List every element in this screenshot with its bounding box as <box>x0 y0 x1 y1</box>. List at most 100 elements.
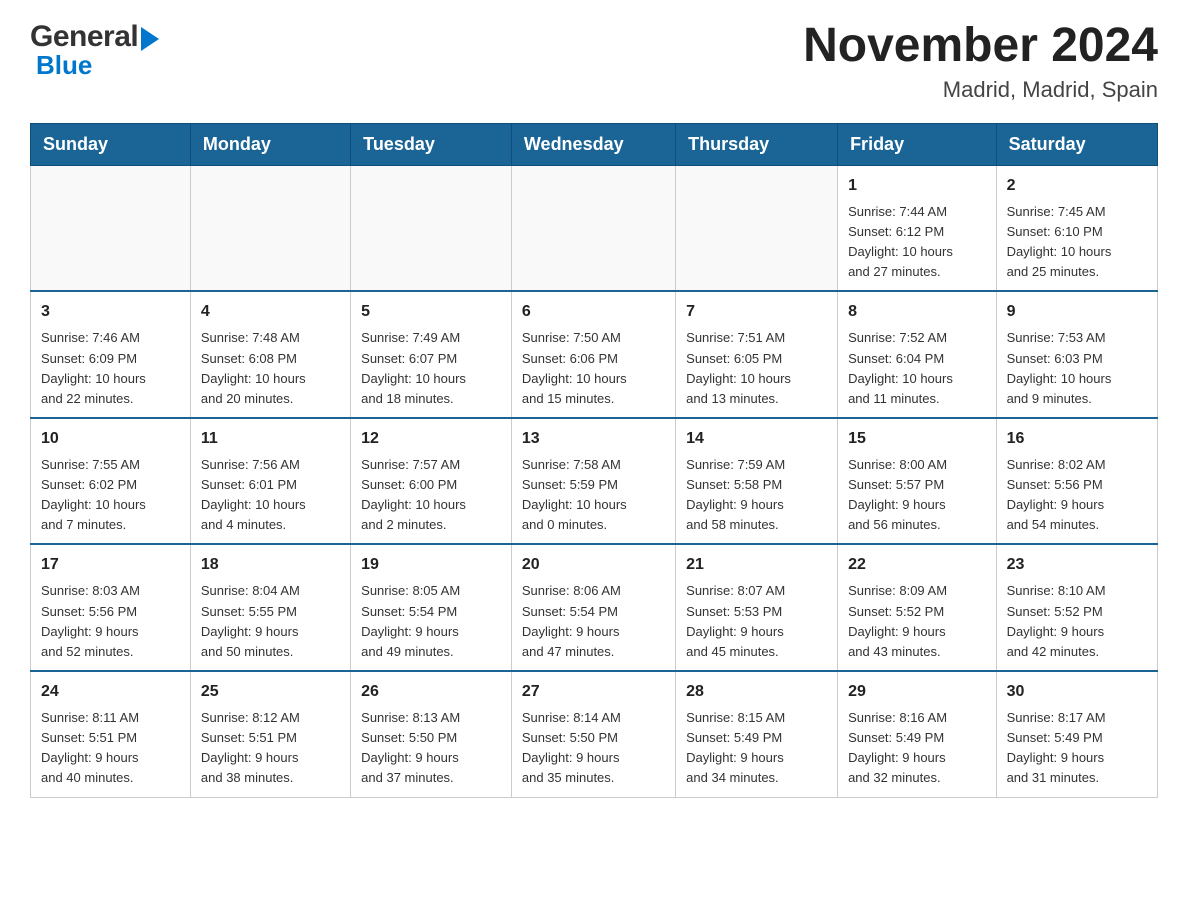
weekday-header-saturday: Saturday <box>996 123 1157 165</box>
calendar-cell: 30 Sunrise: 8:17 AMSunset: 5:49 PMDayligh… <box>996 671 1157 797</box>
day-info: Sunrise: 8:07 AMSunset: 5:53 PMDaylight:… <box>686 581 827 662</box>
calendar-cell: 20 Sunrise: 8:06 AMSunset: 5:54 PMDayligh… <box>511 544 675 671</box>
calendar-cell: 13Sunrise: 7:58 AMSunset: 5:59 PMDayligh… <box>511 418 675 545</box>
day-number: 13 <box>522 427 665 451</box>
day-info: Sunrise: 8:12 AMSunset: 5:51 PMDaylight:… <box>201 708 340 789</box>
weekday-header-tuesday: Tuesday <box>351 123 512 165</box>
day-info: Sunrise: 7:45 AMSunset: 6:10 PMDaylight:… <box>1007 202 1147 283</box>
day-number: 5 <box>361 300 501 324</box>
calendar-cell: 21 Sunrise: 8:07 AMSunset: 5:53 PMDayligh… <box>676 544 838 671</box>
week-row-4: 17 Sunrise: 8:03 AMSunset: 5:56 PMDayligh… <box>31 544 1158 671</box>
calendar-cell: 7 Sunrise: 7:51 AMSunset: 6:05 PMDaylight… <box>676 291 838 418</box>
day-number: 7 <box>686 300 827 324</box>
logo-blue-text: Blue <box>36 50 92 80</box>
day-info: Sunrise: 8:05 AMSunset: 5:54 PMDaylight:… <box>361 581 501 662</box>
calendar-cell: 23Sunrise: 8:10 AMSunset: 5:52 PMDayligh… <box>996 544 1157 671</box>
weekday-header-sunday: Sunday <box>31 123 191 165</box>
day-number: 25 <box>201 680 340 704</box>
day-info: Sunrise: 7:57 AMSunset: 6:00 PMDaylight:… <box>361 455 501 536</box>
day-number: 29 <box>848 680 986 704</box>
day-info: Sunrise: 7:56 AMSunset: 6:01 PMDaylight:… <box>201 455 340 536</box>
day-info: Sunrise: 8:15 AMSunset: 5:49 PMDaylight:… <box>686 708 827 789</box>
day-info: Sunrise: 7:53 AMSunset: 6:03 PMDaylight:… <box>1007 328 1147 409</box>
day-number: 1 <box>848 174 986 198</box>
week-row-1: 1 Sunrise: 7:44 AMSunset: 6:12 PMDaylight… <box>31 165 1158 291</box>
calendar-cell: 28 Sunrise: 8:15 AMSunset: 5:49 PMDayligh… <box>676 671 838 797</box>
calendar-cell: 12 Sunrise: 7:57 AMSunset: 6:00 PMDayligh… <box>351 418 512 545</box>
day-number: 9 <box>1007 300 1147 324</box>
calendar-cell: 24Sunrise: 8:11 AMSunset: 5:51 PMDayligh… <box>31 671 191 797</box>
day-info: Sunrise: 8:14 AMSunset: 5:50 PMDaylight:… <box>522 708 665 789</box>
day-info: Sunrise: 7:55 AMSunset: 6:02 PMDaylight:… <box>41 455 180 536</box>
day-number: 8 <box>848 300 986 324</box>
day-number: 3 <box>41 300 180 324</box>
week-row-2: 3 Sunrise: 7:46 AMSunset: 6:09 PMDaylight… <box>31 291 1158 418</box>
logo-arrow-icon <box>141 27 159 51</box>
day-number: 20 <box>522 553 665 577</box>
calendar-cell: 29 Sunrise: 8:16 AMSunset: 5:49 PMDayligh… <box>838 671 997 797</box>
calendar-cell <box>31 165 191 291</box>
day-number: 2 <box>1007 174 1147 198</box>
day-number: 12 <box>361 427 501 451</box>
day-number: 17 <box>41 553 180 577</box>
day-number: 18 <box>201 553 340 577</box>
weekday-header-friday: Friday <box>838 123 997 165</box>
day-info: Sunrise: 7:59 AMSunset: 5:58 PMDaylight:… <box>686 455 827 536</box>
day-info: Sunrise: 7:49 AMSunset: 6:07 PMDaylight:… <box>361 328 501 409</box>
day-info: Sunrise: 8:03 AMSunset: 5:56 PMDaylight:… <box>41 581 180 662</box>
day-info: Sunrise: 8:00 AMSunset: 5:57 PMDaylight:… <box>848 455 986 536</box>
day-info: Sunrise: 7:50 AMSunset: 6:06 PMDaylight:… <box>522 328 665 409</box>
day-info: Sunrise: 8:17 AMSunset: 5:49 PMDaylight:… <box>1007 708 1147 789</box>
calendar-cell: 14 Sunrise: 7:59 AMSunset: 5:58 PMDayligh… <box>676 418 838 545</box>
calendar-cell: 11 Sunrise: 7:56 AMSunset: 6:01 PMDayligh… <box>190 418 350 545</box>
day-info: Sunrise: 7:52 AMSunset: 6:04 PMDaylight:… <box>848 328 986 409</box>
calendar-cell: 15Sunrise: 8:00 AMSunset: 5:57 PMDayligh… <box>838 418 997 545</box>
day-info: Sunrise: 8:09 AMSunset: 5:52 PMDaylight:… <box>848 581 986 662</box>
calendar-cell: 27 Sunrise: 8:14 AMSunset: 5:50 PMDayligh… <box>511 671 675 797</box>
day-number: 10 <box>41 427 180 451</box>
day-number: 27 <box>522 680 665 704</box>
calendar-cell <box>676 165 838 291</box>
calendar-cell: 9 Sunrise: 7:53 AMSunset: 6:03 PMDaylight… <box>996 291 1157 418</box>
calendar-cell: 26 Sunrise: 8:13 AMSunset: 5:50 PMDayligh… <box>351 671 512 797</box>
day-info: Sunrise: 7:51 AMSunset: 6:05 PMDaylight:… <box>686 328 827 409</box>
day-number: 4 <box>201 300 340 324</box>
calendar-cell <box>351 165 512 291</box>
day-number: 21 <box>686 553 827 577</box>
page-header: General Blue November 2024 Madrid, Madri… <box>30 20 1158 103</box>
location-text: Madrid, Madrid, Spain <box>803 77 1158 103</box>
day-number: 6 <box>522 300 665 324</box>
weekday-header-monday: Monday <box>190 123 350 165</box>
day-info: Sunrise: 8:16 AMSunset: 5:49 PMDaylight:… <box>848 708 986 789</box>
day-number: 26 <box>361 680 501 704</box>
day-number: 11 <box>201 427 340 451</box>
day-info: Sunrise: 7:46 AMSunset: 6:09 PMDaylight:… <box>41 328 180 409</box>
logo: General Blue <box>30 20 159 81</box>
calendar-cell: 4Sunrise: 7:48 AMSunset: 6:08 PMDaylight… <box>190 291 350 418</box>
calendar-cell: 2 Sunrise: 7:45 AMSunset: 6:10 PMDaylight… <box>996 165 1157 291</box>
day-number: 22 <box>848 553 986 577</box>
calendar-cell: 6 Sunrise: 7:50 AMSunset: 6:06 PMDaylight… <box>511 291 675 418</box>
calendar-cell: 19 Sunrise: 8:05 AMSunset: 5:54 PMDayligh… <box>351 544 512 671</box>
day-info: Sunrise: 8:04 AMSunset: 5:55 PMDaylight:… <box>201 581 340 662</box>
calendar-cell: 25 Sunrise: 8:12 AMSunset: 5:51 PMDayligh… <box>190 671 350 797</box>
calendar-cell: 3 Sunrise: 7:46 AMSunset: 6:09 PMDaylight… <box>31 291 191 418</box>
day-number: 14 <box>686 427 827 451</box>
day-number: 16 <box>1007 427 1147 451</box>
calendar-cell: 5 Sunrise: 7:49 AMSunset: 6:07 PMDaylight… <box>351 291 512 418</box>
calendar-cell <box>190 165 350 291</box>
day-info: Sunrise: 8:13 AMSunset: 5:50 PMDaylight:… <box>361 708 501 789</box>
day-info: Sunrise: 8:06 AMSunset: 5:54 PMDaylight:… <box>522 581 665 662</box>
day-info: Sunrise: 8:10 AMSunset: 5:52 PMDaylight:… <box>1007 581 1147 662</box>
title-area: November 2024 Madrid, Madrid, Spain <box>803 20 1158 103</box>
day-number: 30 <box>1007 680 1147 704</box>
calendar-cell: 16Sunrise: 8:02 AMSunset: 5:56 PMDayligh… <box>996 418 1157 545</box>
month-title: November 2024 <box>803 20 1158 73</box>
day-info: Sunrise: 7:44 AMSunset: 6:12 PMDaylight:… <box>848 202 986 283</box>
calendar-cell <box>511 165 675 291</box>
day-number: 24 <box>41 680 180 704</box>
calendar-table: SundayMondayTuesdayWednesdayThursdayFrid… <box>30 123 1158 798</box>
weekday-header-wednesday: Wednesday <box>511 123 675 165</box>
day-number: 28 <box>686 680 827 704</box>
day-number: 19 <box>361 553 501 577</box>
